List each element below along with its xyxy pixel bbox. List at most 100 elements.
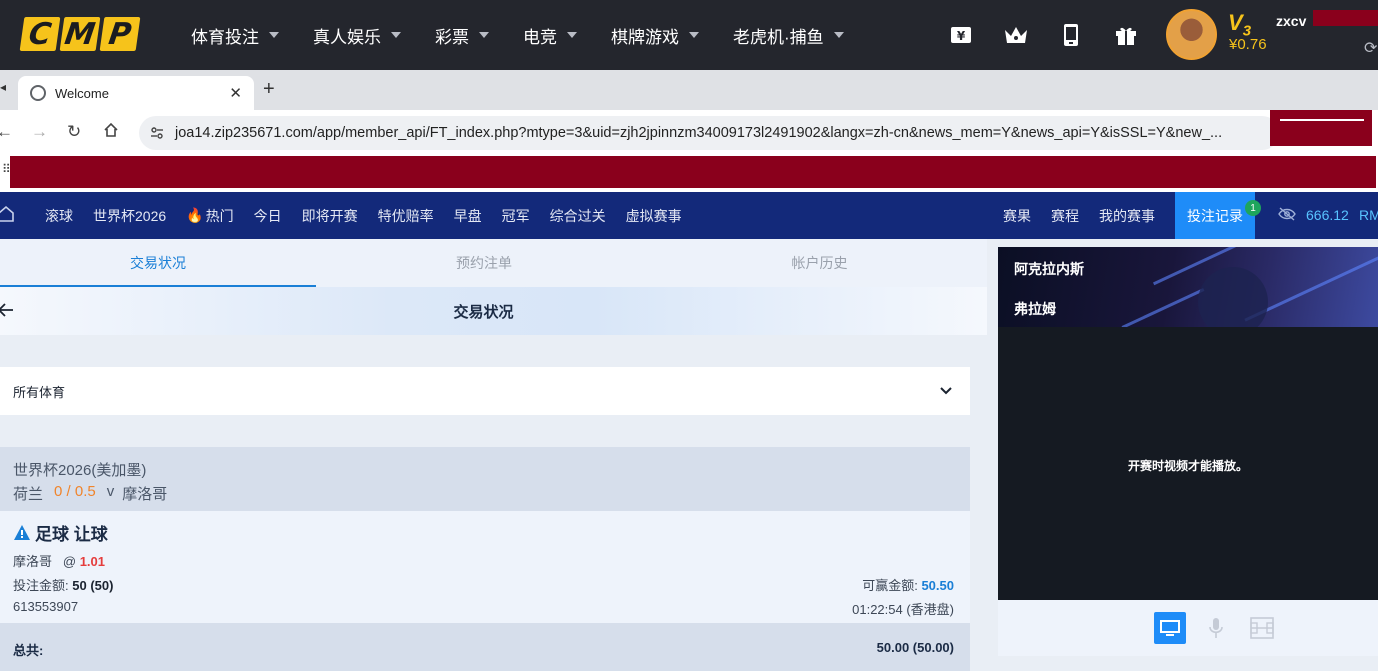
- nav-boosted-odds[interactable]: 特优赔率: [378, 206, 434, 226]
- wallet-balance: ¥0.76: [1229, 36, 1267, 53]
- video-team-b: 弗拉姆: [1014, 301, 1056, 317]
- home-icon[interactable]: [0, 205, 14, 228]
- vs-separator: v: [106, 483, 115, 500]
- match-header: 世界杯2026(美加墨) 荷兰 0 / 0.5 v 摩洛哥: [0, 447, 970, 511]
- stake-row: 投注金额: 50 (50): [13, 575, 113, 594]
- browser-tab[interactable]: Welcome ✕: [18, 76, 254, 110]
- at-sign: @: [62, 554, 77, 569]
- bet-type-label: 足球 让球: [35, 525, 108, 544]
- tab-scroll-icon[interactable]: ◂: [0, 80, 14, 100]
- win-label: 可赢金额:: [862, 578, 918, 593]
- nav-parlay[interactable]: 综合过关: [550, 206, 606, 226]
- address-bar[interactable]: joa14.zip235671.com/app/member_api/FT_in…: [139, 116, 1279, 150]
- nav-label: 电竞: [523, 27, 557, 47]
- home-icon[interactable]: [103, 122, 119, 143]
- nav-inplay[interactable]: 滚球: [45, 206, 73, 226]
- tab-account-history[interactable]: 帐户历史: [652, 239, 987, 287]
- nav-early[interactable]: 早盘: [454, 206, 482, 226]
- video-message: 开赛时视频才能播放。: [1127, 459, 1248, 473]
- redaction-block: [1270, 110, 1372, 146]
- tab-title: Welcome: [55, 85, 109, 101]
- nav-label: 老虎机·捕鱼: [733, 27, 824, 47]
- fire-icon: 🔥: [186, 207, 204, 223]
- nav-outrights[interactable]: 冠军: [502, 206, 530, 226]
- nav-bet-history[interactable]: 投注记录: [1175, 192, 1255, 239]
- chevron-down-icon: [391, 32, 401, 38]
- nav-worldcup[interactable]: 世界杯2026: [93, 206, 166, 226]
- nav-esports[interactable]: 电竞: [523, 23, 577, 48]
- gift-icon[interactable]: [1109, 19, 1142, 51]
- selection-team: 摩洛哥: [13, 554, 53, 569]
- globe-icon: [30, 85, 46, 101]
- video-player[interactable]: 阿克拉内斯 弗拉姆 开赛时视频才能播放。: [998, 247, 1378, 600]
- away-team: 摩洛哥: [122, 486, 168, 503]
- nav-today[interactable]: 今日: [254, 206, 282, 226]
- back-icon[interactable]: ←: [0, 122, 13, 142]
- nav-hot[interactable]: 🔥 热门: [186, 206, 233, 226]
- nav-lottery[interactable]: 彩票: [435, 23, 489, 48]
- total-value: 50.00 (50.00): [876, 640, 954, 655]
- nav-label: 真人娱乐: [313, 27, 381, 47]
- nav-my-events[interactable]: 我的赛事: [1099, 206, 1155, 226]
- field-view-icon[interactable]: [1246, 612, 1278, 644]
- username: zxcv: [1276, 13, 1307, 29]
- bet-time: 01:22:54 (香港盘): [852, 602, 954, 617]
- tab-scheduled-bets[interactable]: 预约注单: [316, 239, 652, 287]
- nav-slots-fishing[interactable]: 老虎机·捕鱼: [733, 23, 844, 48]
- refresh-icon[interactable]: ⟳: [1364, 38, 1377, 58]
- nav-upcoming[interactable]: 即将开赛: [302, 206, 358, 226]
- page-title-band: 交易状况: [0, 287, 987, 335]
- nav-live-casino[interactable]: 真人娱乐: [313, 23, 401, 48]
- chevron-down-icon: [689, 32, 699, 38]
- vip-letter: V: [1228, 10, 1243, 35]
- browser-tabstrip: ◂ Welcome ✕ +: [0, 70, 1378, 110]
- currency-label: RM: [1359, 207, 1378, 223]
- nav-label: 棋牌游戏: [611, 27, 679, 47]
- match-teams: 荷兰 0 / 0.5 v 摩洛哥: [13, 483, 167, 504]
- forward-icon[interactable]: →: [31, 122, 48, 142]
- home-team: 荷兰: [13, 486, 44, 503]
- bet-odds: 1.01: [79, 554, 105, 569]
- phone-icon[interactable]: [1054, 19, 1087, 51]
- nav-results[interactable]: 赛果: [1003, 206, 1031, 226]
- nav-schedule[interactable]: 赛程: [1051, 206, 1079, 226]
- total-row: 总共: 50.00 (50.00): [0, 623, 970, 671]
- hide-balance-icon[interactable]: [1278, 207, 1296, 226]
- win-value: 50.50: [921, 578, 954, 593]
- football-graphic: [1198, 267, 1268, 327]
- video-team-a: 阿克拉内斯: [1014, 261, 1084, 277]
- sport-filter-value: 所有体育: [13, 384, 66, 400]
- stake-value: 50 (50): [72, 578, 114, 593]
- logo-letter: M: [59, 17, 101, 52]
- tab-transaction-status[interactable]: 交易状况: [0, 239, 316, 287]
- nav-label: 彩票: [435, 27, 469, 47]
- sport-filter-select[interactable]: 所有体育: [0, 367, 970, 415]
- reload-icon[interactable]: ↻: [67, 122, 81, 142]
- svg-text:¥: ¥: [956, 29, 965, 43]
- chevron-down-icon: [833, 32, 844, 38]
- video-mode-icon[interactable]: [1154, 612, 1186, 644]
- nav-sports-betting[interactable]: 体育投注: [191, 23, 279, 48]
- cmp-logo[interactable]: C M P: [19, 17, 141, 52]
- handicap-line: 0 / 0.5: [54, 483, 96, 500]
- history-tabs: 交易状况 预约注单 帐户历史: [0, 239, 987, 287]
- close-icon[interactable]: ✕: [229, 84, 242, 102]
- nav-hot-label: 热门: [205, 207, 234, 224]
- nav-card-games[interactable]: 棋牌游戏: [611, 23, 699, 48]
- avatar[interactable]: [1166, 9, 1217, 60]
- new-tab-icon[interactable]: +: [263, 78, 275, 101]
- bet-type: 足球 让球: [13, 520, 108, 545]
- nav-virtual[interactable]: 虚拟赛事: [626, 206, 682, 226]
- stake-label: 投注金额:: [13, 578, 69, 593]
- url-text: joa14.zip235671.com/app/member_api/FT_in…: [175, 125, 1223, 141]
- potential-win-row: 可赢金额: 50.50: [862, 575, 954, 594]
- microphone-icon[interactable]: [1200, 612, 1232, 644]
- crown-icon[interactable]: [999, 19, 1032, 51]
- yen-card-icon[interactable]: ¥: [944, 19, 977, 51]
- bet-count-badge: 1: [1245, 200, 1261, 216]
- main-nav: 体育投注 真人娱乐 彩票 电竞 棋牌游戏 老虎机·捕鱼: [191, 0, 878, 70]
- warning-icon: [14, 525, 30, 540]
- live-video-panel: 阿克拉内斯 弗拉姆 开赛时视频才能播放。: [987, 239, 1378, 671]
- site-info-icon[interactable]: [149, 125, 165, 141]
- banner-decoration: [1121, 288, 1205, 327]
